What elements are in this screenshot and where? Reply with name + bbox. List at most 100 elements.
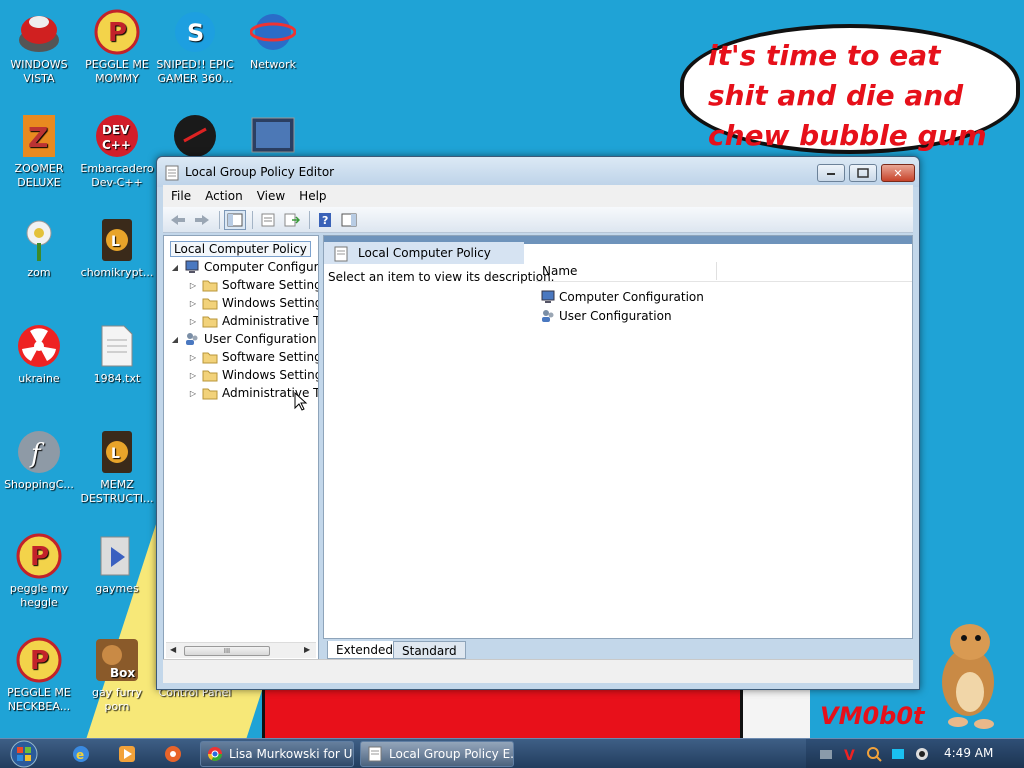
tree-horizontal-scrollbar[interactable]: ◀ III ▶ [166, 642, 316, 658]
svg-text:P: P [30, 542, 49, 572]
desktop-icon-zom[interactable]: zom [0, 216, 78, 280]
help-button[interactable]: ? [314, 210, 336, 230]
close-button[interactable]: ✕ [881, 164, 915, 182]
column-name-label: Name [542, 264, 578, 278]
desktop-icon-zoomer-deluxe[interactable]: Z ZOOMER DELUXE [0, 112, 78, 190]
desktop-icon-network[interactable]: Network [234, 8, 312, 72]
desktop-icon-label: ShoppingC... [4, 478, 74, 491]
peggle-icon: P [93, 8, 141, 56]
expand-arrow-icon[interactable]: ▷ [188, 353, 198, 362]
menu-help[interactable]: Help [299, 189, 326, 203]
desktop-icon-1984-txt[interactable]: 1984.txt [78, 322, 156, 386]
expand-arrow-icon[interactable]: ▷ [188, 299, 198, 308]
show-hide-tree-button[interactable] [224, 209, 246, 230]
tree-item-label: Windows Setting [222, 296, 319, 310]
clock[interactable]: 4:49 AM [944, 746, 993, 760]
forward-button[interactable] [191, 210, 213, 230]
window-title: Local Group Policy Editor [185, 165, 335, 179]
minimize-button[interactable] [817, 164, 845, 182]
tray-search-icon[interactable] [866, 746, 882, 762]
export-icon [284, 213, 300, 226]
scroll-right-arrow-icon[interactable]: ▶ [304, 645, 310, 654]
desktop-icon-gay-furry[interactable]: Box gay furry porn [78, 636, 156, 714]
desktop-icon-sniped[interactable]: S SNIPED!! EPIC GAMER 360... [156, 8, 234, 86]
app-quicklaunch[interactable] [162, 743, 184, 765]
menu-file[interactable]: File [171, 189, 191, 203]
desktop-icon-peggle-my-heggle[interactable]: P peggle my heggle [0, 532, 78, 610]
desktop-icon-gaymes[interactable]: gaymes [78, 532, 156, 596]
tree-item-cc-software-settings[interactable]: ▷ Software Settings [188, 276, 318, 294]
list-item-label: User Configuration [559, 309, 672, 323]
zombie-flower-icon [15, 216, 63, 264]
tree-item-user-configuration[interactable]: ◢ User Configuration [170, 330, 317, 348]
desktop-icon-chomikrypt[interactable]: L chomikrypt... [78, 216, 156, 280]
menu-view[interactable]: View [257, 189, 285, 203]
collapse-arrow-icon[interactable]: ◢ [170, 263, 180, 272]
svg-text:?: ? [322, 214, 328, 227]
desktop-icon-devcpp[interactable]: DEV C++ Embarcadero Dev-C++ [78, 112, 156, 190]
list-item-user-configuration[interactable]: User Configuration [540, 307, 672, 325]
mouse-cursor-icon [294, 392, 308, 411]
tab-extended[interactable]: Extended [327, 641, 402, 659]
tree-item-label: Windows Setting [222, 368, 319, 382]
tree-item-local-computer-policy[interactable]: Local Computer Policy [170, 240, 311, 258]
tray-camera-icon[interactable] [914, 746, 930, 762]
back-button[interactable] [167, 210, 189, 230]
export-list-button[interactable] [281, 210, 303, 230]
list-item-computer-configuration[interactable]: Computer Configuration [540, 288, 704, 306]
desktop-icon-windows-vista[interactable]: WINDOWS VISTA [0, 8, 78, 86]
view-tabs: Extended Standard [323, 641, 913, 659]
taskbar-button-chrome[interactable]: Lisa Murkowski for U... [200, 741, 354, 767]
tree-item-label: Software Settings [222, 350, 319, 364]
group-policy-editor-window: Local Group Policy Editor ✕ File Action … [156, 156, 920, 690]
hamster-icon [942, 624, 994, 729]
expand-arrow-icon[interactable]: ▷ [188, 281, 198, 290]
tree-item-uc-software-settings[interactable]: ▷ Software Settings [188, 348, 319, 366]
tree-item-label: Administrative Te [222, 314, 319, 328]
desktop-icon-label: MEMZ DESTRUCTI... [80, 478, 154, 505]
skype-icon: S [171, 8, 219, 56]
tree-item-cc-administrative-templates[interactable]: ▷ Administrative Te [188, 312, 319, 330]
peggle-icon: P [15, 532, 63, 580]
media-player-quicklaunch[interactable] [116, 743, 138, 765]
desktop-icon-ukraine[interactable]: ukraine [0, 322, 78, 386]
window-titlebar[interactable]: Local Group Policy Editor ✕ [157, 157, 919, 187]
scroll-left-arrow-icon[interactable]: ◀ [170, 645, 176, 654]
menu-action[interactable]: Action [205, 189, 243, 203]
maximize-button[interactable] [849, 164, 877, 182]
tray-display-icon[interactable] [890, 746, 906, 762]
scroll-thumb[interactable]: III [184, 646, 270, 656]
svg-text:C++: C++ [102, 138, 131, 152]
desktop-icon-peggle-me-neckbeard[interactable]: P PEGGLE ME NECKBEA... [0, 636, 78, 714]
tab-standard[interactable]: Standard [393, 641, 466, 659]
svg-text:L: L [111, 234, 120, 250]
expand-arrow-icon[interactable]: ▷ [188, 389, 198, 398]
start-button[interactable] [4, 740, 44, 768]
desktop-icon-memz[interactable]: L MEMZ DESTRUCTI... [78, 428, 156, 506]
tray-antivirus-icon[interactable]: V [842, 746, 858, 762]
tree-item-computer-configuration[interactable]: ◢ Computer Configura [170, 258, 318, 276]
desktop-icon-peggle-me-mommy[interactable]: P PEGGLE ME MOMMY [78, 8, 156, 86]
tree-item-cc-windows-settings[interactable]: ▷ Windows Setting [188, 294, 319, 312]
properties-button[interactable] [257, 210, 279, 230]
internet-explorer-quicklaunch[interactable]: e [70, 743, 92, 765]
desktop-icon-label: WINDOWS VISTA [10, 58, 68, 85]
console-content: Local Computer Policy ◢ Computer Configu… [163, 235, 913, 661]
desktop-icon-screen-app[interactable] [234, 112, 312, 162]
tray-network-icon[interactable] [818, 746, 834, 762]
desktop-icon-label: Embarcadero Dev-C++ [80, 162, 154, 189]
tree-item-uc-windows-settings[interactable]: ▷ Windows Setting [188, 366, 319, 384]
expand-arrow-icon[interactable]: ▷ [188, 371, 198, 380]
desktop-icon-shoppingc[interactable]: f ShoppingC... [0, 428, 78, 492]
show-action-pane-button[interactable] [338, 210, 360, 230]
speech-bubble-text: it's time to eat shit and die and chew b… [708, 39, 987, 152]
desktop-icon-dark-app[interactable] [156, 112, 234, 162]
column-divider[interactable] [716, 262, 717, 280]
tree-item-label: User Configuration [204, 332, 317, 346]
expand-arrow-icon[interactable]: ▷ [188, 317, 198, 326]
taskbar-button-group-policy[interactable]: Local Group Policy E... [360, 741, 514, 767]
signature-text: VM0b0t [820, 702, 925, 730]
collapse-arrow-icon[interactable]: ◢ [170, 335, 180, 344]
box-beaver-icon: Box [93, 636, 141, 684]
column-header-name[interactable]: Name [536, 260, 912, 282]
